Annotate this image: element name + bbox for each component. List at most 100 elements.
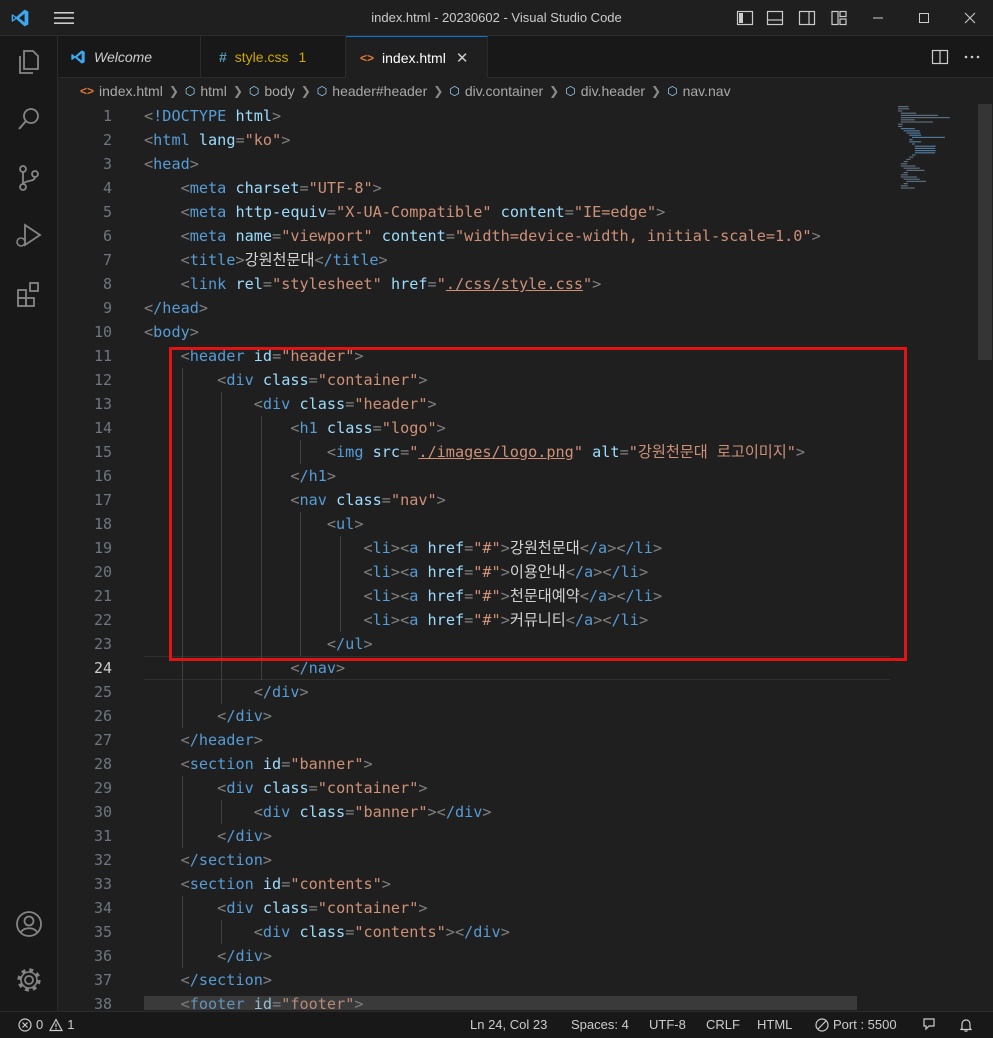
toggle-panel-icon[interactable]: [766, 9, 784, 27]
code-line[interactable]: <title>강원천문대</title>: [144, 248, 388, 272]
code-line[interactable]: <div class="contents"></div>: [144, 920, 510, 944]
code-line[interactable]: <html lang="ko">: [144, 128, 290, 152]
breadcrumb-label: header#header: [332, 83, 428, 99]
code-line[interactable]: <head>: [144, 152, 199, 176]
minimap-line: [906, 180, 926, 182]
line-number: 24: [93, 659, 112, 677]
code-line[interactable]: <body>: [144, 320, 199, 344]
extensions-icon[interactable]: [13, 278, 45, 310]
code-editor[interactable]: 1 2 3 4 5 6 7 8 9 10 11 12 13 14 15 16 17 18 19 20 21 22 23 24 2…: [58, 104, 993, 1011]
code-line[interactable]: </section>: [144, 848, 272, 872]
port-icon: [815, 1017, 829, 1032]
code-line[interactable]: </header>: [144, 728, 263, 752]
warning-icon: [49, 1017, 64, 1031]
minimap-line: [898, 106, 909, 108]
close-icon: [964, 12, 976, 24]
source-control-icon[interactable]: [13, 162, 45, 194]
tab-index-html[interactable]: <> index.html ✕: [346, 36, 488, 78]
horizontal-scrollbar[interactable]: [144, 996, 857, 1010]
tab-style-css[interactable]: # style.css 1: [201, 36, 346, 78]
minimap-line: [914, 147, 936, 149]
tab-label: style.css: [234, 49, 289, 65]
cursor-position[interactable]: Ln 24, Col 23: [470, 1017, 547, 1032]
customize-layout-icon[interactable]: [830, 9, 848, 27]
chevron-right-icon: ❯: [300, 84, 311, 98]
eol-status[interactable]: CRLF: [706, 1017, 740, 1032]
minimap[interactable]: [896, 104, 976, 204]
problems-status[interactable]: 0 1: [18, 1017, 74, 1032]
breadcrumb-item-header[interactable]: ⬡ header#header: [317, 83, 427, 99]
code-line[interactable]: <section id="contents">: [144, 872, 391, 896]
breadcrumb-item-html[interactable]: ⬡ html: [185, 83, 227, 99]
code-line[interactable]: <section id="banner">: [144, 752, 373, 776]
element-icon: ⬡: [667, 84, 678, 98]
encoding-status[interactable]: UTF-8: [649, 1017, 686, 1032]
code-line[interactable]: <div class="container">: [144, 896, 427, 920]
code-line[interactable]: </section>: [144, 968, 272, 992]
minimap-line: [903, 183, 908, 185]
chevron-right-icon: ❯: [433, 84, 444, 98]
accounts-icon[interactable]: [13, 908, 45, 940]
code-line[interactable]: <!DOCTYPE html>: [144, 104, 281, 128]
code-line[interactable]: </div>: [144, 704, 272, 728]
code-line[interactable]: <div class="banner"></div>: [144, 800, 492, 824]
breadcrumb-item-div-header[interactable]: ⬡ div.header: [565, 83, 645, 99]
breadcrumb-item-nav[interactable]: ⬡ nav.nav: [667, 83, 730, 99]
minimap-line: [912, 154, 916, 156]
code-line[interactable]: <meta http-equiv="X-UA-Compatible" conte…: [144, 200, 666, 224]
search-icon[interactable]: [13, 104, 45, 136]
notifications-bell-icon[interactable]: [958, 1017, 974, 1033]
problem-count-badge: 1: [298, 49, 307, 65]
code-line[interactable]: <div class="container">: [144, 776, 427, 800]
close-tab-icon[interactable]: ✕: [456, 49, 469, 67]
toggle-primary-sidebar-icon[interactable]: [736, 9, 754, 27]
vertical-scrollbar[interactable]: [978, 104, 992, 1011]
code-line[interactable]: </div>: [144, 824, 272, 848]
line-number-gutter: 1 2 3 4 5 6 7 8 9 10 11 12 13 14 15 16 17 18 19 20 21 22 23 24 2…: [58, 104, 120, 1011]
error-icon: [18, 1017, 32, 1032]
code-line[interactable]: <link rel="stylesheet" href="./css/style…: [144, 272, 602, 296]
minimap-line: [906, 169, 925, 171]
code-line[interactable]: </div>: [144, 680, 309, 704]
chevron-right-icon: ❯: [651, 84, 662, 98]
html-file-icon: <>: [360, 50, 375, 65]
language-mode[interactable]: HTML: [757, 1017, 792, 1032]
line-number: 25: [93, 683, 112, 701]
line-number: 13: [93, 395, 112, 413]
breadcrumb-item-body[interactable]: ⬡ body: [249, 83, 295, 99]
line-number: 16: [93, 467, 112, 485]
minimap-line: [914, 145, 936, 147]
vscode-icon: [71, 50, 85, 64]
close-window-button[interactable]: [947, 0, 993, 36]
gear-icon[interactable]: [13, 964, 45, 996]
maximize-button[interactable]: [901, 0, 947, 36]
status-bar: 0 1 Ln 24, Col 23 Spaces: 4 UTF-8 CRLF H…: [0, 1011, 993, 1038]
minimap-line: [912, 143, 915, 145]
editor-tabs: Welcome # style.css 1 <> index.html ✕: [58, 36, 993, 78]
toggle-secondary-sidebar-icon[interactable]: [798, 9, 816, 27]
breadcrumb-item-container[interactable]: ⬡ div.container: [449, 83, 543, 99]
code-line[interactable]: </div>: [144, 944, 272, 968]
code-line[interactable]: </head>: [144, 296, 208, 320]
code-line[interactable]: <meta charset="UTF-8">: [144, 176, 382, 200]
live-server-port[interactable]: Port : 5500: [815, 1017, 897, 1032]
breadcrumb-item-file[interactable]: <> index.html: [80, 83, 163, 99]
scrollbar-thumb[interactable]: [978, 104, 992, 360]
tab-welcome[interactable]: Welcome: [58, 36, 201, 78]
line-number: 36: [93, 947, 112, 965]
more-actions-icon[interactable]: [963, 48, 981, 66]
minimap-line: [909, 139, 913, 141]
feedback-icon[interactable]: [922, 1017, 938, 1033]
minimap-line: [909, 156, 914, 158]
explorer-icon[interactable]: [13, 46, 45, 78]
indentation-status[interactable]: Spaces: 4: [571, 1017, 629, 1032]
minimap-line: [914, 152, 936, 154]
warning-count: 1: [67, 1017, 75, 1032]
element-icon: ⬡: [248, 84, 260, 98]
split-editor-icon[interactable]: [931, 48, 949, 66]
minimize-button[interactable]: [855, 0, 901, 36]
code-line[interactable]: <meta name="viewport" content="width=dev…: [144, 224, 821, 248]
run-and-debug-icon[interactable]: [13, 220, 45, 252]
line-number: 11: [93, 347, 112, 365]
red-annotation-box: [169, 347, 907, 661]
